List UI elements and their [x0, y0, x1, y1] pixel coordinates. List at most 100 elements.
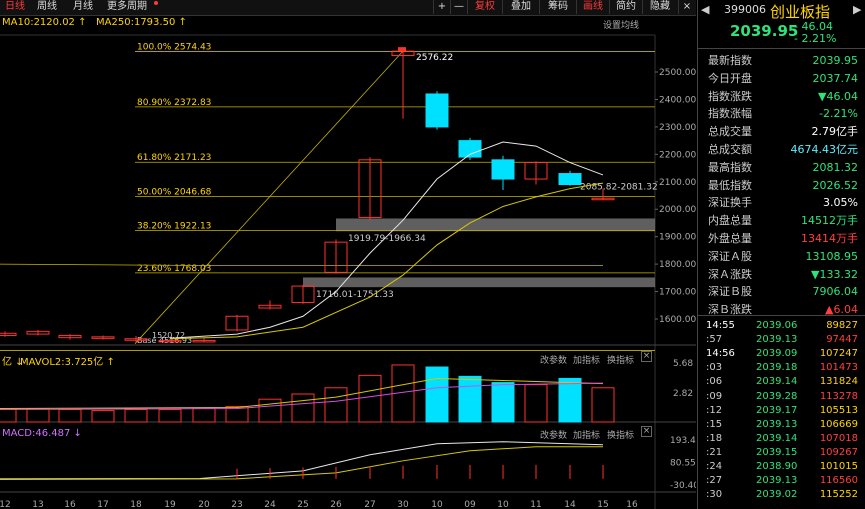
hide-button[interactable]: 隐藏 [642, 0, 677, 14]
date-axis-label: 12 [0, 500, 11, 509]
volume-bar [291, 393, 315, 423]
macd-edit-params-button[interactable]: 改参数 [540, 428, 567, 441]
vol-edit-params-button[interactable]: 改参数 [540, 353, 567, 366]
date-axis-label: 16 [64, 500, 76, 509]
index-name: 创业板指 [770, 3, 831, 21]
adjust-button[interactable]: 复权 [467, 0, 502, 14]
fib-label: 100.0% 2574.43 [137, 43, 211, 53]
tick-price: 2039.28 [756, 390, 798, 402]
tick-row: :30 2039.02 115252 [698, 488, 865, 501]
quote-row-value: 2037.74 [812, 71, 859, 85]
zoom-in-button[interactable]: + [433, 0, 450, 14]
volume-bar [425, 366, 449, 423]
tick-volume: 97447 [826, 334, 858, 346]
gap-box [303, 277, 655, 288]
tick-volume: 101015 [819, 461, 858, 472]
quote-row-label: 深Ｂ涨跌 [708, 303, 752, 317]
price-axis-label: 2300.00 [659, 123, 696, 133]
vol-axis-label: 5.68 [673, 359, 693, 369]
vol-add-indicator-button[interactable]: 加指标 [573, 353, 600, 366]
tick-row: :09 2039.28 113278 [698, 390, 865, 403]
fib-label: 61.80% 2171.23 [137, 153, 211, 163]
tick-volume: 107018 [819, 432, 858, 444]
date-axis-label: 11 [530, 500, 541, 509]
mavol-label: MAVOL2:3.725亿 ↑ [20, 357, 115, 368]
quote-row: 深Ａ涨跌 ▼133.32 [698, 266, 865, 284]
quote-row-value: 13108.95 [805, 249, 859, 263]
price-axis-label: 2000.00 [659, 205, 696, 215]
tick-volume: 89827 [826, 320, 858, 331]
date-axis-label: 25 [297, 500, 308, 509]
tick-row: :12 2039.17 105513 [698, 404, 865, 417]
quote-row-value: ▼133.32 [811, 267, 858, 281]
quote-row-value: 7906.04 [812, 285, 859, 299]
macd-switch-indicator-button[interactable]: 换指标 [607, 428, 634, 441]
tick-volume: 113278 [819, 390, 858, 402]
quote-row: 外盘总量 13414万手 [698, 230, 865, 248]
quote-row-value: ▼46.04 [818, 89, 858, 103]
tick-time: :06 [706, 376, 723, 388]
volume-bar [26, 408, 50, 423]
chips-button[interactable]: 筹码 [539, 0, 576, 14]
tick-price: 2039.18 [756, 362, 798, 374]
notification-dot [154, 1, 158, 5]
quote-row-label: 总成交量 [708, 125, 752, 139]
close-icon[interactable]: × [678, 0, 695, 14]
quote-row: 总成交额 4674.43亿元 [698, 141, 865, 159]
tick-volume: 105513 [819, 404, 858, 416]
simple-button[interactable]: 简约 [609, 0, 642, 14]
zoom-out-button[interactable]: — [450, 0, 467, 14]
tick-time: :03 [706, 362, 723, 374]
prev-arrow-icon[interactable]: ◀ [701, 3, 709, 16]
gap-label: 1716.01-1751.33 [316, 290, 394, 300]
volume-bar [258, 398, 282, 423]
tick-time: :24 [706, 461, 723, 472]
tick-price: 2039.15 [756, 446, 798, 458]
macd-close-icon[interactable]: × [641, 426, 652, 437]
volume-bar [524, 384, 548, 423]
quote-row-label: 最新指数 [708, 54, 752, 67]
tab-daily[interactable]: 日线 [2, 0, 28, 14]
tab-more-periods[interactable]: 更多周期 [104, 0, 150, 14]
quote-row-label: 总成交额 [708, 143, 752, 156]
quote-row-label: 指数涨幅 [708, 107, 752, 121]
index-price: 2039.95 [730, 22, 799, 40]
volume-bar [324, 387, 348, 423]
tab-monthly[interactable]: 月线 [70, 0, 96, 14]
tick-row: 14:55 2039.06 89827 [698, 319, 865, 332]
tick-time: :57 [706, 334, 723, 346]
overlay-button[interactable]: 叠加 [502, 0, 539, 14]
quote-row: 指数涨幅 -2.21% [698, 105, 865, 123]
price-axis-label: 2500.00 [659, 68, 696, 78]
candle-body [491, 159, 515, 180]
macd-add-indicator-button[interactable]: 加指标 [573, 428, 600, 441]
date-axis-label: 30 [397, 500, 409, 509]
tick-time: :21 [706, 446, 723, 458]
tab-weekly[interactable]: 周线 [34, 0, 60, 14]
quote-row-label: 外盘总量 [708, 232, 752, 245]
quote-panel: ◀ 399006 创业板指 ▶ 2039.95 - 46.04 - 2.21% … [697, 0, 865, 509]
volume-bar [192, 408, 216, 423]
ma10-label: MA10:2120.02 ↑ [2, 17, 87, 28]
volume-bar [591, 387, 615, 423]
quote-row: 最新指数 2039.95 [698, 52, 865, 70]
tick-time: 14:55 [706, 320, 735, 331]
quote-row-label: 内盘总量 [708, 214, 752, 228]
quote-row-value: 14512万手 [801, 214, 858, 228]
volume-bar [558, 377, 582, 423]
draw-line-button[interactable]: 画线 [576, 0, 609, 14]
dea-line [0, 446, 603, 480]
vol-close-icon[interactable]: × [641, 351, 652, 362]
tick-price: 2039.09 [756, 348, 798, 360]
volume-bar [0, 409, 17, 423]
tick-row: :15 2039.13 106669 [698, 418, 865, 431]
ma-legend: MA10:2120.02 ↑ MA250:1793.50 ↑ [2, 17, 187, 28]
quote-row: 深证Ａ股 13108.95 [698, 248, 865, 266]
quote-row: 深Ｂ涨跌 ▲6.04 [698, 301, 865, 319]
vol-switch-indicator-button[interactable]: 换指标 [607, 353, 634, 366]
volume-bar [91, 410, 115, 423]
quote-row-label: 最低指数 [708, 178, 752, 192]
next-arrow-icon[interactable]: ▶ [853, 3, 861, 16]
quote-row-value: 3.05% [823, 196, 858, 210]
quote-row: 指数涨跌 ▼46.04 [698, 88, 865, 106]
